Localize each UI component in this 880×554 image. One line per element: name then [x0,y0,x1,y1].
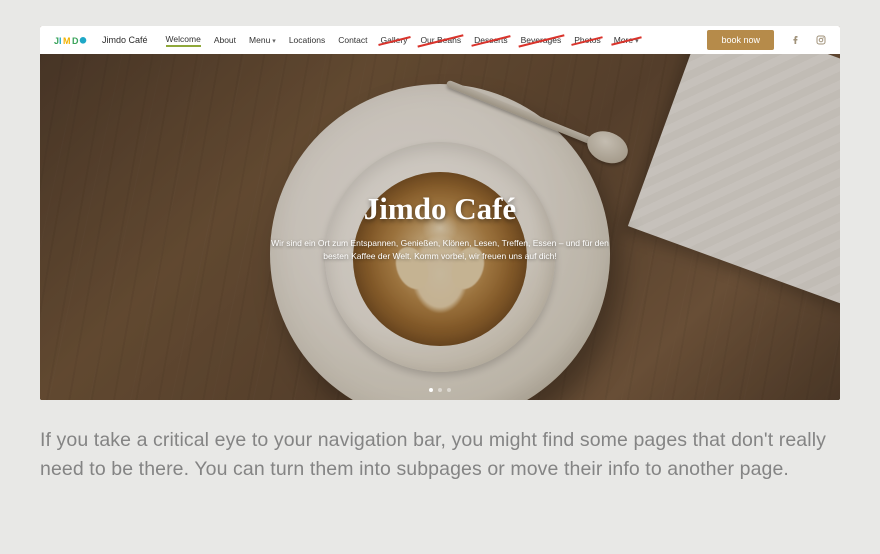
nav-item-desserts[interactable]: Desserts [474,35,508,45]
nav-item-locations[interactable]: Locations [289,35,325,45]
top-nav: J I M D Jimdo Café Welcome About Menu▾ L… [40,26,840,54]
nav-item-welcome[interactable]: Welcome [166,34,201,47]
instagram-icon[interactable] [816,35,826,45]
website-screenshot: J I M D Jimdo Café Welcome About Menu▾ L… [40,26,840,400]
nav-item-menu[interactable]: Menu▾ [249,35,276,45]
nav-item-our-beans[interactable]: Our Beans [420,35,461,45]
hero-section: Jimdo Café Wir sind ein Ort zum Entspann… [40,54,840,400]
carousel-dot[interactable] [447,388,451,392]
nav-item-photos[interactable]: Photos [574,35,600,45]
svg-text:M: M [63,36,71,46]
carousel-dots[interactable] [429,388,451,392]
nav-item-gallery[interactable]: Gallery [381,35,408,45]
nav-item-contact[interactable]: Contact [338,35,367,45]
nav-item-more[interactable]: More▾ [614,35,639,45]
chevron-down-icon: ▾ [635,38,639,45]
jimdo-logo-icon: J I M D [54,35,88,46]
book-now-button[interactable]: book now [707,30,774,50]
hero-subtitle: Wir sind ein Ort zum Entspannen, Genieße… [265,237,615,263]
carousel-dot[interactable] [438,388,442,392]
caption-text: If you take a critical eye to your navig… [40,426,840,485]
nav-items: Welcome About Menu▾ Locations Contact Ga… [166,34,698,47]
svg-text:I: I [59,36,62,46]
nav-item-about[interactable]: About [214,35,236,45]
nav-item-beverages[interactable]: Beverages [521,35,562,45]
carousel-dot[interactable] [429,388,433,392]
chevron-down-icon: ▾ [272,38,276,45]
svg-text:D: D [72,36,79,46]
logo[interactable]: J I M D [54,35,90,46]
facebook-icon[interactable] [790,35,800,45]
site-title: Jimdo Café [102,35,148,45]
hero-title: Jimdo Café [364,191,516,227]
